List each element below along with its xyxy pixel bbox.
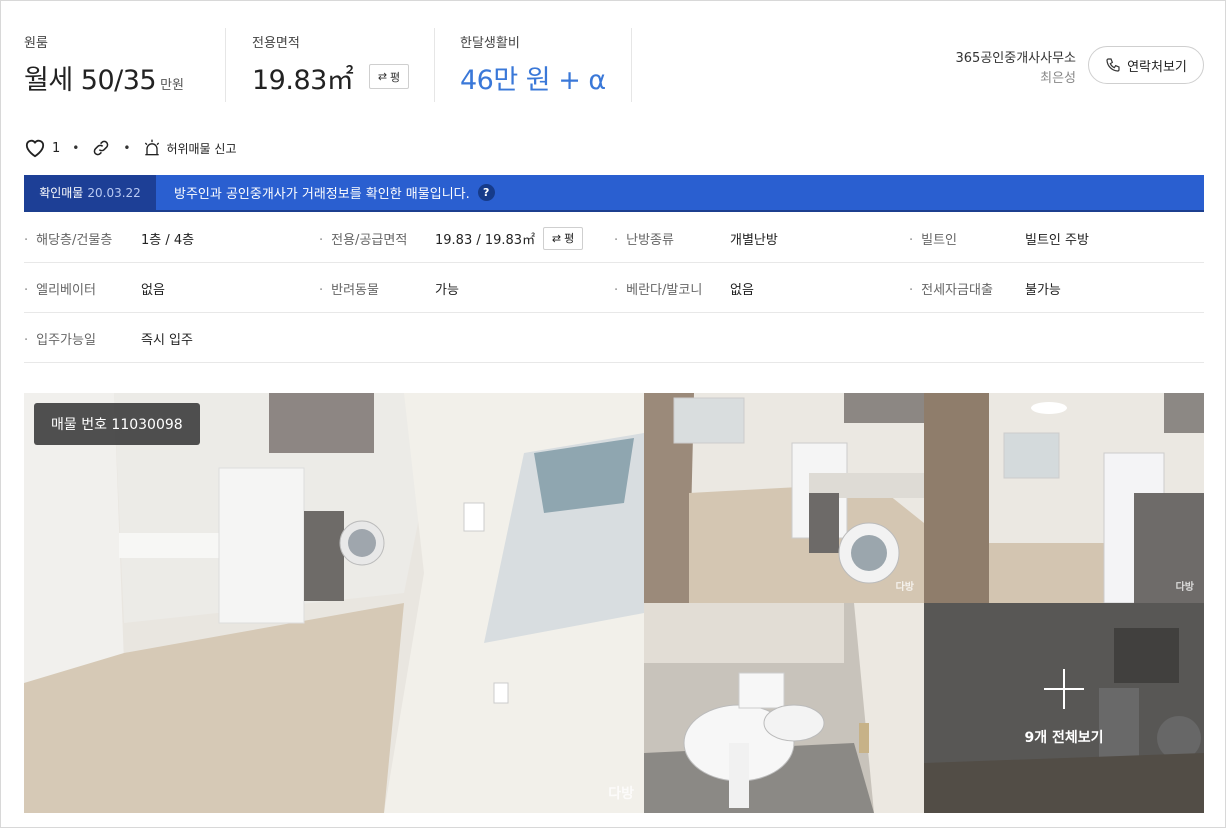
detail-elevator: 엘리베이터 없음 xyxy=(24,263,319,313)
area-detail-convert-button[interactable]: ⇄ 평 xyxy=(543,226,584,250)
separator-dot: • xyxy=(72,141,80,155)
dabang-watermark: 다방 xyxy=(895,582,914,593)
detail-value: 개별난방 xyxy=(730,232,778,248)
detail-pets: 반려동물 가능 xyxy=(319,263,614,313)
cost-value: 46만 원 + α xyxy=(460,65,606,96)
price-value: 월세 50/35 만원 xyxy=(24,58,184,97)
photo-thumbnail[interactable]: 다방 xyxy=(644,393,924,603)
action-row: 1 • • 허위매물 신고 xyxy=(24,136,237,160)
siren-icon xyxy=(145,139,160,156)
room-photo-image xyxy=(644,393,924,603)
detail-label: 엘리베이터 xyxy=(24,279,96,298)
convert-label: 평 xyxy=(564,232,575,245)
detail-label: 난방종류 xyxy=(614,229,674,248)
detail-value: 없음 xyxy=(141,282,165,298)
price-text: 월세 50/35 xyxy=(24,65,157,96)
header-divider xyxy=(631,28,632,102)
phone-icon xyxy=(1106,58,1120,72)
detail-row: 해당층/건물층 1층 / 4층 전용/공급면적 19.83 / 19.83㎡ ⇄… xyxy=(24,213,1204,263)
photo-thumbnail[interactable]: 다방 xyxy=(924,393,1204,603)
area-block: 전용면적 19.83㎡ ⇄ 평 xyxy=(252,30,432,102)
dabang-watermark: 다방 xyxy=(1175,582,1194,593)
detail-label: 해당층/건물층 xyxy=(24,229,112,248)
detail-row: 입주가능일 즉시 입주 xyxy=(24,313,1204,363)
details-table: 해당층/건물층 1층 / 4층 전용/공급면적 19.83 / 19.83㎡ ⇄… xyxy=(24,213,1204,363)
room-photo-image xyxy=(644,603,924,813)
agent-office: 365공인중개사사무소 xyxy=(955,51,1077,66)
detail-row: 엘리베이터 없음 반려동물 가능 베란다/발코니 없음 전세자금대출 불가능 xyxy=(24,263,1204,313)
detail-value: 없음 xyxy=(730,282,754,298)
price-unit: 만원 xyxy=(160,78,184,93)
verified-date: 20.03.22 xyxy=(87,185,141,200)
header-divider xyxy=(434,28,435,102)
detail-label: 전세자금대출 xyxy=(909,279,993,298)
dabang-watermark: 다방 xyxy=(608,786,634,802)
verified-message: 방주인과 공인중개사가 거래정보를 확인한 매물입니다. xyxy=(174,187,470,202)
detail-value: 빌트인 주방 xyxy=(1025,232,1089,248)
price-block: 원룸 월세 50/35 만원 xyxy=(24,30,224,102)
detail-value: 1층 / 4층 xyxy=(141,232,195,248)
copy-link-button[interactable] xyxy=(91,138,111,158)
separator-dot: • xyxy=(123,141,131,155)
detail-movein: 입주가능일 즉시 입주 xyxy=(24,313,319,363)
area-label: 전용면적 xyxy=(252,36,300,51)
detail-floor: 해당층/건물층 1층 / 4층 xyxy=(24,213,319,263)
like-count: 1 xyxy=(52,140,61,156)
detail-area: 전용/공급면적 19.83 / 19.83㎡ ⇄평 xyxy=(319,213,614,263)
report-button[interactable]: 허위매물 신고 xyxy=(142,138,237,158)
verified-banner: 확인매물 20.03.22 방주인과 공인중개사가 거래정보를 확인한 매물입니… xyxy=(24,175,1204,212)
detail-builtin: 빌트인 빌트인 주방 xyxy=(909,213,1204,263)
convert-label: 평 xyxy=(390,70,401,84)
detail-value: 불가능 xyxy=(1025,282,1061,298)
detail-value: 가능 xyxy=(435,282,459,298)
cost-label: 한달생활비 xyxy=(460,36,520,51)
detail-balcony: 베란다/발코니 없음 xyxy=(614,263,909,313)
help-icon[interactable]: ? xyxy=(477,184,495,201)
detail-label: 베란다/발코니 xyxy=(614,279,702,298)
detail-label: 전용/공급면적 xyxy=(319,229,407,248)
swap-icon: ⇄ xyxy=(551,231,562,245)
contact-label: 연락처보기 xyxy=(1127,59,1187,75)
contact-button[interactable]: 연락처보기 xyxy=(1088,46,1204,84)
photo-thumbnail[interactable] xyxy=(644,603,924,813)
link-icon xyxy=(94,140,109,156)
like-button[interactable]: 1 xyxy=(24,138,60,158)
detail-value: 19.83 / 19.83㎡ ⇄ 평 xyxy=(435,226,584,250)
view-all-photos-button[interactable]: 9개 전체보기 xyxy=(924,603,1204,813)
room-photo-image xyxy=(24,393,644,813)
area-convert-button[interactable]: ⇄ 평 xyxy=(369,64,409,89)
main-photo[interactable]: 매물 번호 11030098 다방 xyxy=(24,393,644,813)
verified-label: 확인매물 xyxy=(39,186,84,200)
room-type-label: 원룸 xyxy=(24,36,48,51)
report-label: 허위매물 신고 xyxy=(166,141,237,156)
plus-icon xyxy=(1044,669,1084,709)
room-photo-image xyxy=(924,393,1204,603)
detail-label: 빌트인 xyxy=(909,229,957,248)
area-detail-text: 19.83 / 19.83㎡ xyxy=(435,232,536,248)
cost-block: 한달생활비 46만 원 + α xyxy=(460,30,630,102)
listing-number-badge: 매물 번호 11030098 xyxy=(34,403,200,445)
heart-icon xyxy=(25,139,45,158)
agent-person: 최은성 xyxy=(1040,71,1076,86)
detail-label: 반려동물 xyxy=(319,279,379,298)
swap-icon: ⇄ xyxy=(377,70,388,83)
detail-label: 입주가능일 xyxy=(24,329,96,348)
detail-heating: 난방종류 개별난방 xyxy=(614,213,909,263)
verified-tag: 확인매물 20.03.22 xyxy=(24,175,156,210)
view-all-overlay: 9개 전체보기 xyxy=(924,603,1204,813)
detail-value: 즉시 입주 xyxy=(141,332,193,348)
area-value: 19.83㎡ xyxy=(252,65,354,96)
header-divider xyxy=(225,28,226,102)
view-all-label: 9개 전체보기 xyxy=(1024,730,1104,746)
photo-gallery: 매물 번호 11030098 다방 다방 다방 9개 전체보기 xyxy=(24,393,1204,813)
detail-loan: 전세자금대출 불가능 xyxy=(909,263,1204,313)
